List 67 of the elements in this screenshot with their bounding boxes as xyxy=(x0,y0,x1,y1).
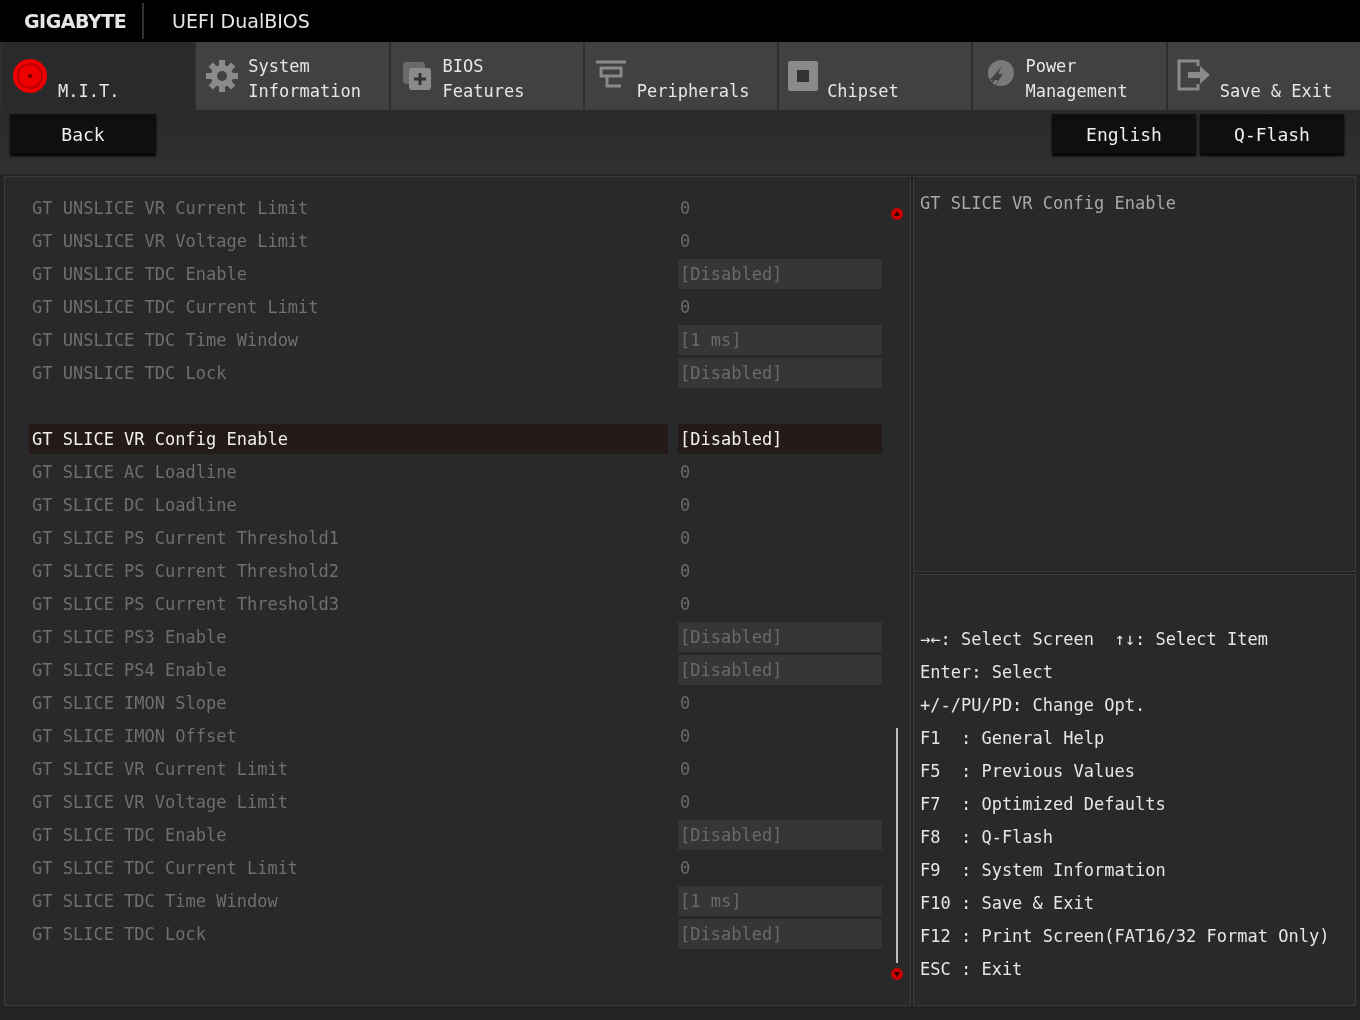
header-button[interactable]: English xyxy=(1052,114,1196,154)
key-help-line: F10 : Save & Exit xyxy=(920,892,1095,915)
setting-label[interactable]: GT SLICE TDC Time Window xyxy=(29,885,668,916)
setting-label[interactable]: GT SLICE PS3 Enable xyxy=(29,621,668,652)
key-help-line: F8 : Q-Flash xyxy=(920,826,1055,849)
number-value[interactable]: 0 xyxy=(678,687,882,718)
key-help-line: F12 : Print Screen(FAT16/32 Format Only) xyxy=(920,925,1331,948)
window-title: UEFI DualBIOS xyxy=(171,10,310,32)
tab[interactable]: M.I.T. xyxy=(0,42,195,110)
setting-label[interactable]: GT SLICE TDC Current Limit xyxy=(29,852,668,883)
number-value[interactable]: 0 xyxy=(678,555,882,586)
number-value[interactable]: 0 xyxy=(678,720,882,751)
number-value[interactable]: 0 xyxy=(678,291,882,322)
chip-icon xyxy=(787,60,820,92)
setting-label[interactable]: GT SLICE TDC Lock xyxy=(29,918,668,949)
setting-label[interactable]: GT SLICE PS Current Threshold2 xyxy=(29,555,668,586)
number-value[interactable]: 0 xyxy=(678,225,882,256)
option-value[interactable]: [Disabled] xyxy=(678,423,882,454)
gear-icon xyxy=(204,58,241,94)
setting-label[interactable]: GT SLICE DC Loadline xyxy=(29,489,668,520)
setting-label[interactable]: GT SLICE PS4 Enable xyxy=(29,654,668,685)
setting-label[interactable]: GT UNSLICE TDC Lock xyxy=(29,357,668,388)
disc-icon xyxy=(10,56,50,96)
scroll-up-icon[interactable] xyxy=(890,207,904,221)
setting-label[interactable]: GT SLICE AC Loadline xyxy=(29,456,668,487)
exit-icon xyxy=(1175,58,1212,94)
setting-label[interactable]: GT SLICE PS Current Threshold1 xyxy=(29,522,668,553)
tab[interactable]: Chipset xyxy=(777,42,972,110)
scrollbar-thumb[interactable] xyxy=(896,728,898,963)
setting-label[interactable]: GT SLICE VR Current Limit xyxy=(29,753,668,784)
number-value[interactable]: 0 xyxy=(678,786,882,817)
setting-label[interactable]: GT UNSLICE TDC Current Limit xyxy=(29,291,668,322)
number-value[interactable]: 0 xyxy=(678,522,882,553)
number-value[interactable]: 0 xyxy=(678,753,882,784)
setting-label[interactable]: GT SLICE VR Config Enable xyxy=(29,423,668,454)
key-help-line: F1 : General Help xyxy=(920,727,1106,750)
setting-label[interactable]: GT UNSLICE VR Current Limit xyxy=(29,192,668,223)
tab[interactable]: System Information xyxy=(194,42,389,110)
help-text: GT SLICE VR Config Enable xyxy=(920,193,1176,213)
key-help-line: +/-/PU/PD: Change Opt. xyxy=(920,694,1147,717)
setting-label[interactable]: GT UNSLICE VR Voltage Limit xyxy=(29,225,668,256)
key-help-line: ESC : Exit xyxy=(920,958,1024,981)
key-help-line: →←: Select Screen ↑↓: Select Item xyxy=(920,628,1269,651)
brand-logo: GIGABYTE xyxy=(0,3,145,39)
key-help-line: Enter: Select xyxy=(920,661,1055,684)
number-value[interactable]: 0 xyxy=(678,588,882,619)
setting-label[interactable]: GT SLICE IMON Slope xyxy=(29,687,668,718)
back-button[interactable]: Back xyxy=(10,114,156,154)
tab[interactable]: BIOS Features xyxy=(388,42,583,110)
setting-label[interactable]: GT UNSLICE TDC Enable xyxy=(29,258,668,289)
setting-label[interactable]: GT SLICE IMON Offset xyxy=(29,720,668,751)
setting-label[interactable]: GT UNSLICE TDC Time Window xyxy=(29,324,668,355)
number-value[interactable]: 0 xyxy=(678,852,882,883)
number-value[interactable]: 0 xyxy=(678,489,882,520)
setting-label[interactable]: GT SLICE PS Current Threshold3 xyxy=(29,588,668,619)
key-help-line: F9 : System Information xyxy=(920,859,1167,882)
tab[interactable]: Peripherals xyxy=(582,42,778,110)
tab[interactable]: Save & Exit xyxy=(1165,42,1360,110)
key-help-line: F7 : Optimized Defaults xyxy=(920,793,1167,816)
key-help-line: F5 : Previous Values xyxy=(920,760,1136,783)
number-value[interactable]: 0 xyxy=(678,192,882,223)
header-button[interactable]: Q-Flash xyxy=(1200,114,1344,154)
setting-label[interactable]: GT SLICE VR Voltage Limit xyxy=(29,786,668,817)
setting-label[interactable]: GT SLICE TDC Enable xyxy=(29,819,668,850)
scroll-down-icon[interactable] xyxy=(890,967,904,981)
tab[interactable]: Power Management xyxy=(971,42,1166,110)
number-value[interactable]: 0 xyxy=(678,456,882,487)
